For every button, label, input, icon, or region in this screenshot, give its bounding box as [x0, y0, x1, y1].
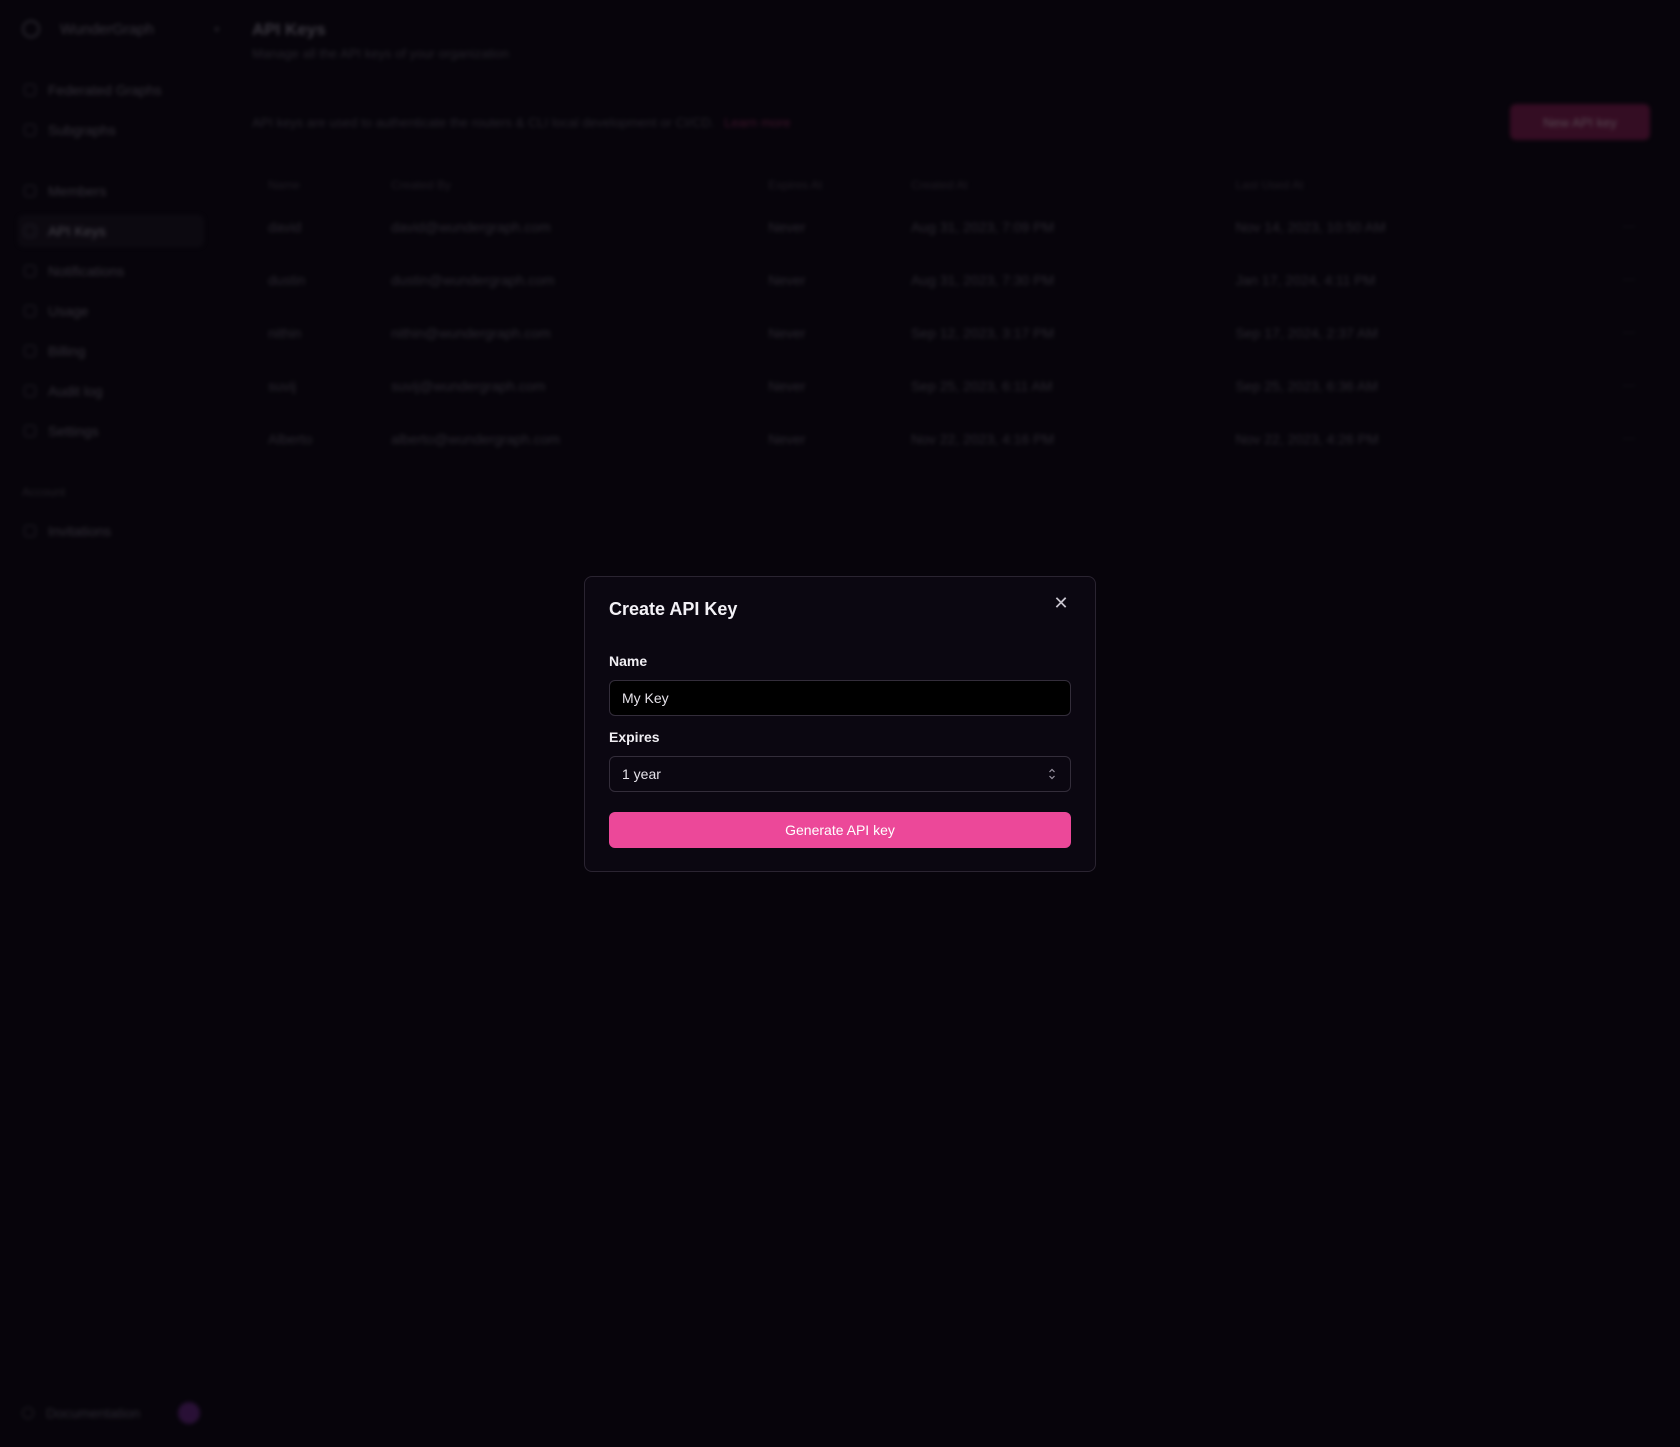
chevron-up-down-icon	[1049, 768, 1055, 780]
expires-selected-value: 1 year	[622, 766, 661, 782]
name-input[interactable]	[609, 680, 1071, 716]
generate-api-key-button[interactable]: Generate API key	[609, 812, 1071, 848]
name-label: Name	[609, 653, 648, 669]
generate-api-key-label: Generate API key	[785, 822, 895, 838]
dialog-title: Create API Key	[609, 599, 738, 619]
create-api-key-dialog: Create API Key ✕ Name Expires 1 year Gen…	[584, 576, 1096, 872]
expires-select[interactable]: 1 year	[609, 756, 1071, 792]
expires-label: Expires	[609, 729, 660, 745]
close-icon[interactable]: ✕	[1049, 591, 1073, 615]
